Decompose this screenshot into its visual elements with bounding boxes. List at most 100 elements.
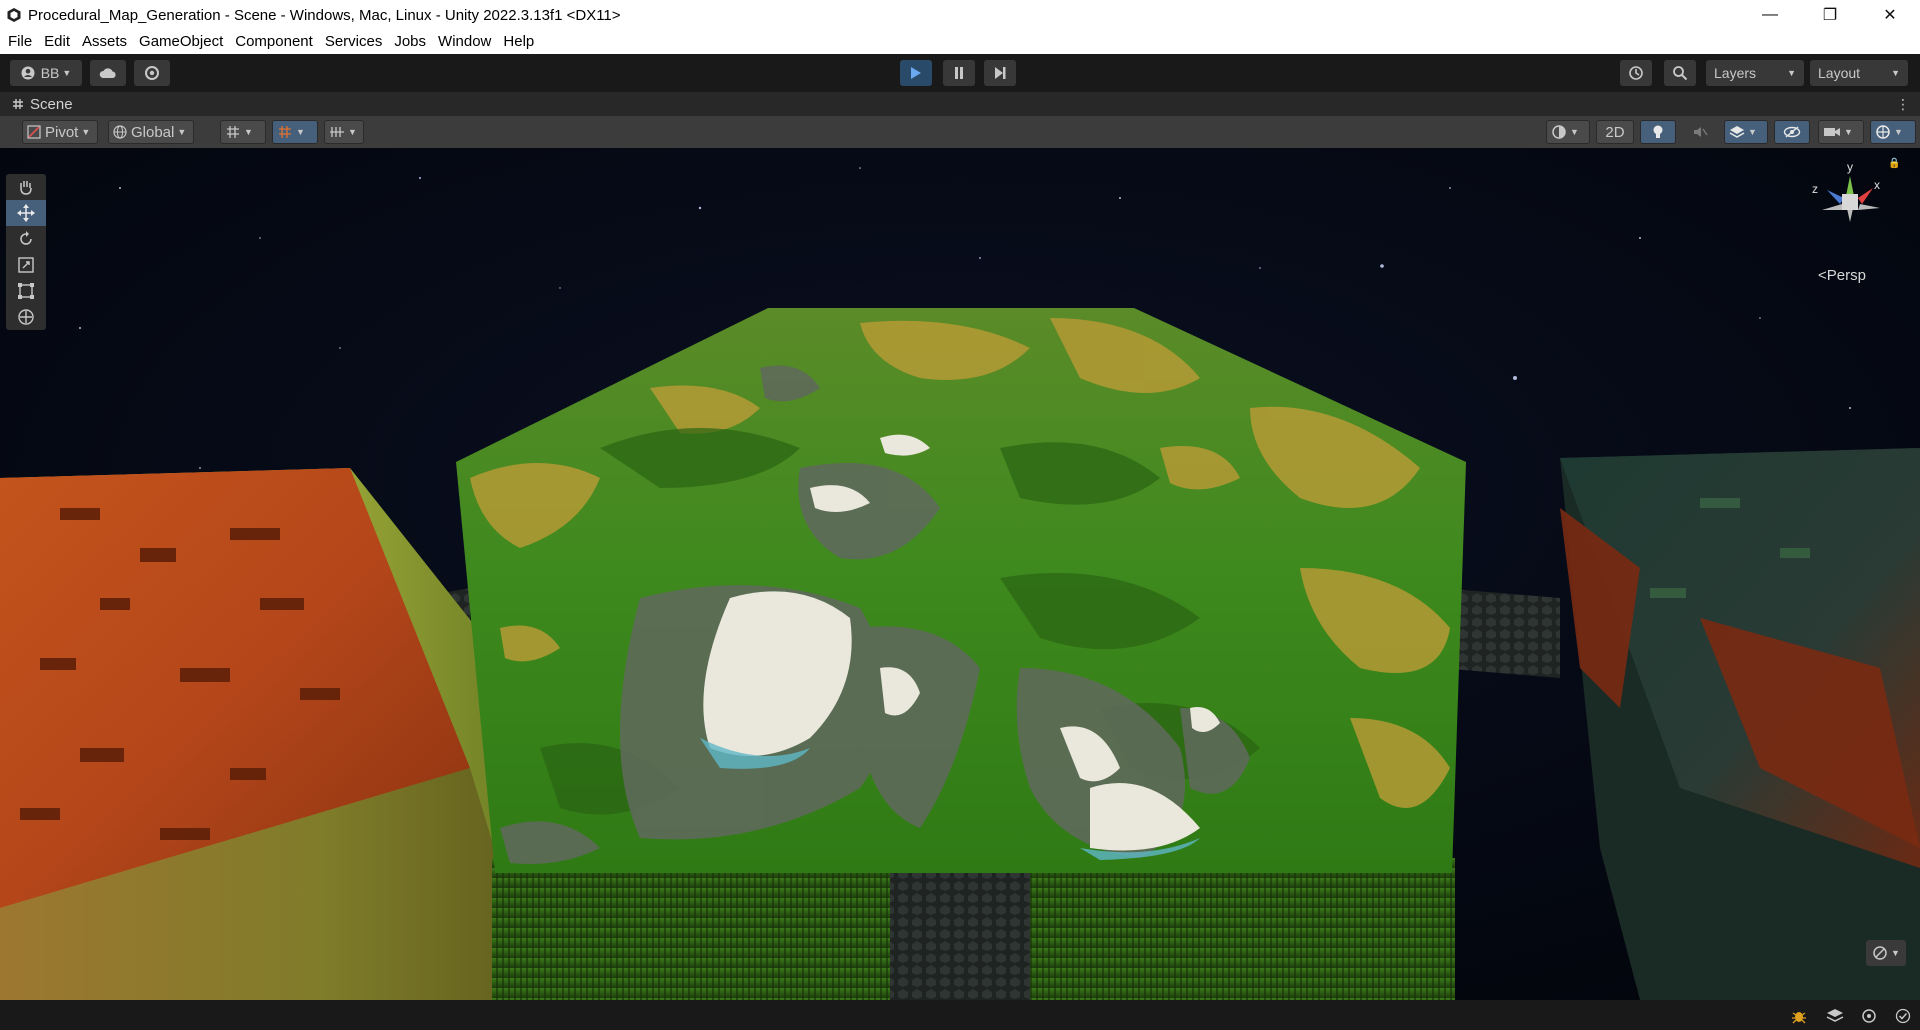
menu-window[interactable]: Window bbox=[432, 31, 497, 53]
history-button[interactable] bbox=[1620, 60, 1652, 86]
menu-component[interactable]: Component bbox=[229, 31, 319, 53]
move-tool-button[interactable] bbox=[6, 200, 46, 226]
scene-visibility-toggle[interactable] bbox=[1774, 120, 1810, 144]
scene-tools-panel bbox=[6, 174, 46, 330]
transform-tool-button[interactable] bbox=[6, 304, 46, 330]
account-dropdown[interactable]: BB ▼ bbox=[10, 60, 82, 86]
lock-icon[interactable]: 🔒 bbox=[1888, 158, 1900, 169]
hand-tool-button[interactable] bbox=[6, 174, 46, 200]
bug-icon[interactable] bbox=[1790, 1008, 1808, 1024]
play-button[interactable] bbox=[900, 60, 932, 86]
global-label: Global bbox=[131, 123, 175, 141]
projection-toggle[interactable]: <Persp bbox=[1818, 267, 1866, 284]
history-icon bbox=[1629, 66, 1643, 80]
chevron-down-icon: ▼ bbox=[81, 127, 91, 137]
increment-snap-dropdown[interactable]: ▼ bbox=[272, 120, 318, 144]
step-button[interactable] bbox=[984, 60, 1016, 86]
cloud-button[interactable] bbox=[90, 60, 126, 86]
rect-tool-icon bbox=[18, 283, 34, 299]
menu-gameobject[interactable]: GameObject bbox=[133, 31, 229, 53]
globe-icon bbox=[113, 125, 127, 139]
toggle-2d-button[interactable]: 2D bbox=[1596, 120, 1634, 144]
align-dropdown[interactable]: ▼ bbox=[324, 120, 364, 144]
pause-button[interactable] bbox=[943, 60, 975, 86]
gizmo-z-label: z bbox=[1812, 182, 1818, 196]
chevron-down-icon: ▼ bbox=[1748, 127, 1757, 137]
rect-tool-button[interactable] bbox=[6, 278, 46, 304]
hand-tool-icon bbox=[20, 181, 32, 195]
lighting-icon bbox=[1653, 125, 1663, 138]
chevron-down-icon: ▼ bbox=[177, 127, 187, 137]
unity-logo-icon bbox=[7, 8, 21, 22]
chevron-down-icon: ▼ bbox=[1894, 127, 1903, 137]
draw-mode-dropdown[interactable]: ▼ bbox=[1546, 120, 1590, 144]
lighting-toggle[interactable] bbox=[1640, 120, 1676, 144]
collab-button[interactable] bbox=[134, 60, 170, 86]
tab-scene[interactable]: Scene bbox=[0, 96, 73, 113]
minimize-button[interactable]: — bbox=[1740, 0, 1800, 30]
tab-scene-label: Scene bbox=[30, 95, 73, 113]
rotate-tool-button[interactable] bbox=[6, 226, 46, 252]
global-dropdown[interactable]: Global ▼ bbox=[108, 120, 194, 144]
window-titlebar: Procedural_Map_Generation - Scene - Wind… bbox=[0, 0, 1920, 30]
chevron-down-icon: ▼ bbox=[348, 127, 357, 137]
layout-dropdown[interactable]: Layout ▼ bbox=[1810, 60, 1908, 86]
window-title: Procedural_Map_Generation - Scene - Wind… bbox=[28, 6, 621, 24]
close-button[interactable]: ✕ bbox=[1860, 0, 1920, 30]
gizmo-x-label: x bbox=[1874, 178, 1880, 192]
collab-icon bbox=[145, 66, 159, 80]
search-button[interactable] bbox=[1664, 60, 1696, 86]
effects-icon bbox=[1729, 126, 1745, 138]
gizmos-icon bbox=[1876, 125, 1890, 139]
status-bar bbox=[0, 1000, 1920, 1030]
pivot-icon bbox=[27, 125, 41, 139]
orientation-gizmo[interactable]: y x z 🔒 bbox=[1800, 158, 1910, 268]
account-icon bbox=[21, 66, 35, 80]
more-options-icon[interactable]: ⋮ bbox=[1896, 96, 1910, 113]
scene-tab-bar: Scene ⋮ bbox=[0, 92, 1920, 116]
grid-snap-icon bbox=[227, 126, 239, 138]
menu-services[interactable]: Services bbox=[319, 31, 389, 53]
pivot-dropdown[interactable]: Pivot ▼ bbox=[22, 120, 98, 144]
camera-icon bbox=[1824, 128, 1840, 136]
grid-snap-dropdown[interactable]: ▼ bbox=[220, 120, 266, 144]
effects-dropdown[interactable]: ▼ bbox=[1724, 120, 1768, 144]
main-toolbar: BB ▼ Layers ▼ Layout ▼ bbox=[0, 54, 1920, 92]
transform-tool-icon bbox=[18, 309, 34, 325]
rotate-tool-icon bbox=[20, 231, 32, 245]
account-label: BB bbox=[40, 65, 60, 81]
scene-render bbox=[0, 148, 1920, 1000]
shading-icon bbox=[1552, 125, 1566, 139]
menu-bar: File Edit Assets GameObject Component Se… bbox=[0, 30, 1920, 54]
scale-tool-button[interactable] bbox=[6, 252, 46, 278]
chevron-down-icon: ▼ bbox=[1891, 68, 1900, 78]
audio-toggle[interactable] bbox=[1682, 120, 1718, 144]
audio-icon bbox=[1694, 127, 1708, 137]
overlay-icon bbox=[1873, 946, 1887, 960]
menu-assets[interactable]: Assets bbox=[76, 31, 133, 53]
layers-label: Layers bbox=[1714, 65, 1757, 81]
hidden-icon bbox=[1783, 126, 1801, 138]
layers-stack-icon[interactable] bbox=[1826, 1008, 1844, 1024]
chevron-down-icon: ▼ bbox=[1891, 948, 1900, 958]
gizmos-dropdown[interactable]: ▼ bbox=[1870, 120, 1916, 144]
menu-edit[interactable]: Edit bbox=[38, 31, 76, 53]
menu-help[interactable]: Help bbox=[497, 31, 540, 53]
maximize-button[interactable]: ❐ bbox=[1800, 0, 1860, 30]
chevron-down-icon: ▼ bbox=[244, 127, 253, 137]
scene-viewport[interactable]: y x z 🔒 <Persp ▼ bbox=[0, 148, 1920, 1000]
gizmo-axes bbox=[1822, 176, 1880, 222]
camera-dropdown[interactable]: ▼ bbox=[1818, 120, 1864, 144]
chevron-down-icon: ▼ bbox=[296, 127, 305, 137]
layout-label: Layout bbox=[1818, 65, 1861, 81]
toggle-2d-label: 2D bbox=[1605, 123, 1625, 141]
cache-server-icon[interactable] bbox=[1860, 1008, 1878, 1024]
align-icon bbox=[330, 127, 344, 137]
menu-jobs[interactable]: Jobs bbox=[388, 31, 432, 53]
check-icon[interactable] bbox=[1894, 1008, 1912, 1024]
chevron-down-icon: ▼ bbox=[1570, 127, 1579, 137]
layers-dropdown[interactable]: Layers ▼ bbox=[1706, 60, 1804, 86]
overlay-menu-button[interactable]: ▼ bbox=[1866, 940, 1906, 966]
search-icon bbox=[1673, 66, 1688, 81]
menu-file[interactable]: File bbox=[2, 31, 38, 53]
